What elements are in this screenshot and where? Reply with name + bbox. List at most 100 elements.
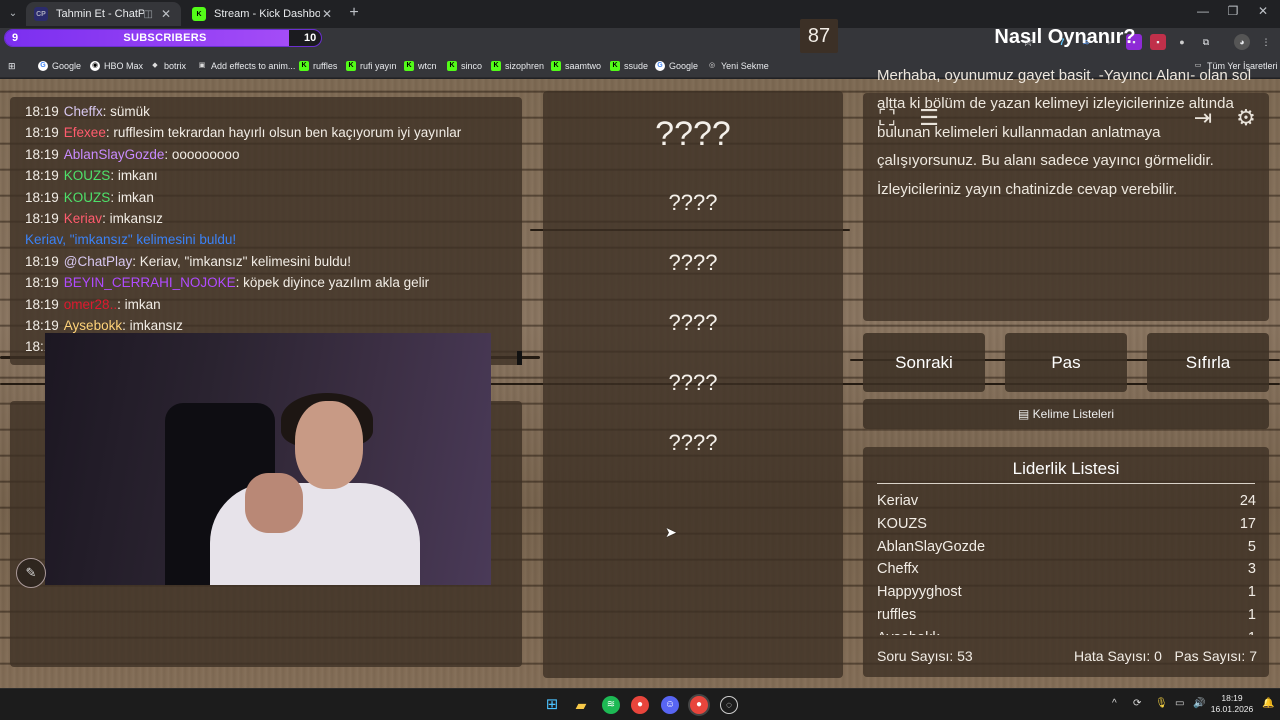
close-window-icon[interactable]: ✕ bbox=[1248, 4, 1278, 18]
file-explorer-icon[interactable]: ▰ bbox=[572, 696, 590, 714]
player-name: Keriav bbox=[877, 493, 919, 509]
leaderboard-row: AblanSlayGozde 5 bbox=[877, 536, 1256, 559]
message-username[interactable]: Aysebokk bbox=[64, 318, 122, 333]
minimize-icon[interactable]: — bbox=[1188, 4, 1218, 18]
subscriber-label: SUBSCRIBERS bbox=[123, 32, 207, 44]
close-tab-icon[interactable]: ✕ bbox=[320, 7, 334, 21]
forbidden-word: ???? bbox=[668, 310, 718, 335]
player-name: Cheffx bbox=[877, 561, 919, 578]
subscriber-goal: 10 bbox=[304, 32, 317, 44]
round-timer: 87 bbox=[800, 19, 838, 53]
bookmark-wtcn[interactable]: Kwtcn bbox=[404, 61, 437, 71]
network-icon[interactable]: ▭ bbox=[1175, 698, 1184, 709]
word-lists-button[interactable]: ▤ Kelime Listeleri bbox=[863, 399, 1269, 429]
player-score: 3 bbox=[1247, 561, 1256, 578]
player-name: ruffles bbox=[877, 606, 917, 623]
message-text: : imkansız bbox=[102, 211, 163, 227]
bookmark-ssude[interactable]: Kssude bbox=[610, 61, 648, 71]
leaderboard-title: Liderlik Listesi bbox=[877, 459, 1255, 484]
bookmark-yeni-sekme[interactable]: ◎ Yeni Sekme bbox=[707, 61, 769, 71]
app-icon[interactable]: ◌ bbox=[720, 696, 738, 714]
bookmark-botrix[interactable]: ◆ botrix bbox=[150, 61, 186, 71]
system-message-text: Keriav, "imkansız" kelimesini buldu! bbox=[25, 232, 237, 248]
message-username[interactable]: Cheffx bbox=[64, 104, 103, 119]
message-time: 18:19 bbox=[25, 168, 59, 184]
chrome-active-icon[interactable]: ● bbox=[690, 696, 708, 714]
chat-message: 18:19 @ChatPlay: Keriav, "imkansız" kelim… bbox=[25, 251, 522, 272]
bookmark-google-2[interactable]: G Google bbox=[655, 61, 698, 71]
message-text: : sümük bbox=[102, 104, 150, 119]
streamer-hand bbox=[245, 473, 303, 533]
chat-panel[interactable]: 18:19 Cheffx: sümük 18:19 Efexee: rufflesim… bbox=[10, 97, 522, 365]
question-count: Soru Sayısı: 53 bbox=[877, 648, 973, 664]
player-score: 1 bbox=[1248, 627, 1256, 635]
pen-icon[interactable]: ✎ bbox=[16, 558, 46, 588]
bookmark-google[interactable]: G Google bbox=[38, 61, 81, 71]
extensions-puzzle-icon[interactable]: ⧉ bbox=[1198, 34, 1214, 50]
bookmark-saamtwo[interactable]: Ksaamtwo bbox=[551, 61, 601, 71]
bookmark-rufi-yayin[interactable]: Krufi yayın bbox=[346, 61, 397, 71]
message-time: 18:19 bbox=[25, 296, 59, 312]
bookmark-add-effects[interactable]: ▣ Add effects to anim... bbox=[197, 61, 296, 71]
effects-icon: ▣ bbox=[198, 62, 206, 69]
close-tab-icon[interactable]: ✕ bbox=[159, 7, 173, 21]
tab-kick-dashboard[interactable]: K Stream - Kick Dashboard ✕ bbox=[184, 2, 342, 26]
chatplay-favicon: CP bbox=[34, 7, 48, 21]
message-username[interactable]: Keriav bbox=[64, 211, 102, 226]
kick-icon: K bbox=[610, 61, 620, 71]
tab-title: Stream - Kick Dashboard bbox=[214, 8, 320, 20]
bookmark-sizophren[interactable]: Ksizophren bbox=[491, 61, 544, 71]
bookmark-sinco[interactable]: Ksinco bbox=[447, 61, 482, 71]
reset-button[interactable]: Sıfırla bbox=[1147, 333, 1269, 392]
windows-start-icon[interactable]: ⊞ bbox=[543, 696, 561, 714]
chat-scrollbar[interactable] bbox=[517, 351, 522, 365]
tray-sync-icon[interactable]: ⟳ bbox=[1133, 698, 1141, 709]
apps-grid-icon[interactable]: ⊞ bbox=[8, 61, 16, 72]
word-lists-label: Kelime Listeleri bbox=[1032, 407, 1115, 421]
volume-icon[interactable]: 🔊 bbox=[1193, 698, 1205, 709]
leaderboard-list[interactable]: Keriav 24 KOUZS 17 AblanSlayGozde 5 Cheffx 3 Hap… bbox=[877, 490, 1256, 635]
restore-icon[interactable]: ❐ bbox=[1218, 4, 1248, 18]
chat-message: 18:19 Cheffx: sümük bbox=[25, 101, 522, 122]
message-username[interactable]: @ChatPlay bbox=[64, 254, 132, 269]
leaderboard-row: KOUZS 17 bbox=[877, 513, 1256, 536]
kick-icon: K bbox=[299, 61, 309, 71]
audio-icon[interactable]: ◫ bbox=[144, 9, 153, 20]
notebook-icon: ▤ bbox=[1017, 407, 1030, 421]
menu-icon[interactable]: ⋮ bbox=[1258, 34, 1274, 50]
profile-avatar[interactable]: ◕ bbox=[1234, 34, 1250, 50]
message-time: 18:19 bbox=[25, 189, 59, 205]
clock-time: 18:19 bbox=[1221, 693, 1243, 703]
taskbar-clock[interactable]: 18:19 16.01.2026 bbox=[1208, 693, 1256, 715]
message-text: : imkan bbox=[110, 189, 154, 205]
globe-icon: ◎ bbox=[708, 62, 716, 69]
message-text: : Keriav, "imkansız" kelimesini buldu! bbox=[132, 253, 351, 269]
next-button[interactable]: Sonraki bbox=[863, 333, 985, 392]
message-username[interactable]: BEYIN_CERRAHI_NOJOKE bbox=[64, 275, 236, 290]
tray-chevron-icon[interactable]: ^ bbox=[1112, 698, 1117, 709]
discord-icon[interactable]: ☺ bbox=[661, 696, 679, 714]
pass-button[interactable]: Pas bbox=[1005, 333, 1127, 392]
message-username[interactable]: KOUZS bbox=[64, 190, 111, 205]
forbidden-word: ???? bbox=[668, 370, 718, 395]
leaderboard-row: Happyyghost 1 bbox=[877, 581, 1256, 604]
bookmark-ruffles[interactable]: Kruffles bbox=[299, 61, 337, 71]
leaderboard-row: Cheffx 3 bbox=[877, 558, 1256, 581]
message-username[interactable]: omer28.. bbox=[64, 297, 117, 312]
tab-chatplay[interactable]: CP Tahmin Et - ChatPlay ◫ ✕ bbox=[26, 2, 181, 26]
new-tab-button[interactable]: + bbox=[345, 4, 363, 22]
kick-icon: K bbox=[491, 61, 501, 71]
microphone-icon[interactable]: 🎙 bbox=[1155, 698, 1168, 709]
message-username[interactable]: KOUZS bbox=[64, 168, 111, 183]
message-username[interactable]: Efexee bbox=[64, 125, 106, 140]
message-time: 18:19 bbox=[25, 318, 59, 334]
message-username[interactable]: AblanSlayGozde bbox=[64, 147, 165, 162]
message-text: : köpek diyince yazılım akla gelir bbox=[235, 275, 430, 291]
tab-search-icon[interactable]: ⌄ bbox=[4, 5, 22, 23]
bookmark-hbo-max[interactable]: ◉ HBO Max bbox=[90, 61, 143, 71]
spotify-icon[interactable]: ≋ bbox=[602, 696, 620, 714]
notification-bell-icon[interactable]: 🔔 bbox=[1262, 698, 1274, 709]
chat-message: 18:19 KOUZS: imkanı bbox=[25, 165, 522, 186]
chat-message: 18:19 Efexee: rufflesim tekrardan hayırlı… bbox=[25, 122, 522, 143]
chrome-icon[interactable]: ● bbox=[631, 696, 649, 714]
